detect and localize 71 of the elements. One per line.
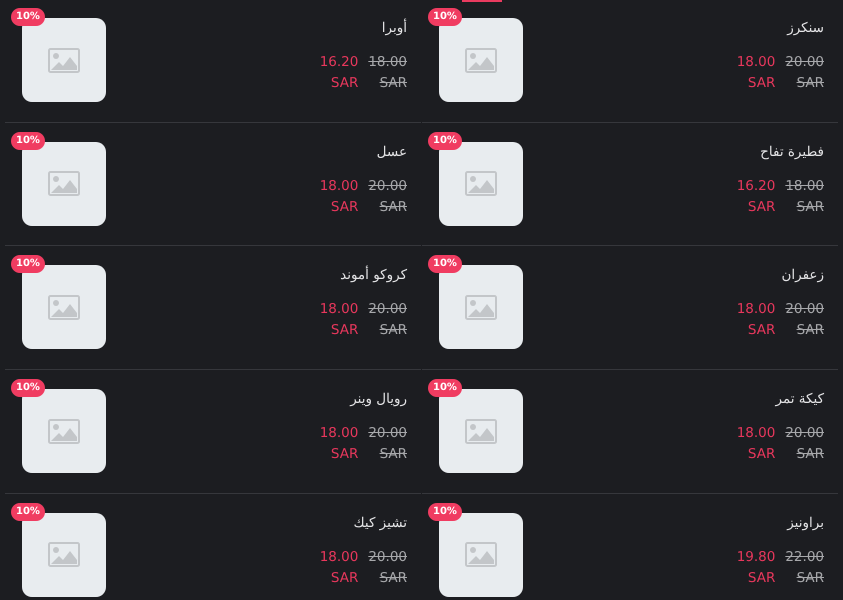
discount-badge: 10% xyxy=(428,8,462,26)
sale-currency: SAR xyxy=(748,568,776,588)
image-icon xyxy=(465,418,497,444)
discount-badge: 10% xyxy=(11,8,45,26)
image-icon xyxy=(465,171,497,196)
original-currency: SAR xyxy=(380,568,407,588)
sale-price: 18.00 xyxy=(736,53,776,72)
original-currency: SAR xyxy=(796,321,824,340)
original-price: 18.00 xyxy=(785,176,824,196)
product-name: رويال وينر xyxy=(350,390,407,410)
original-price: 20.00 xyxy=(785,53,824,72)
sale-currency: SAR xyxy=(330,445,358,464)
original-price: 22.00 xyxy=(785,548,824,567)
sale-currency: SAR xyxy=(330,74,358,93)
original-currency: SAR xyxy=(796,198,824,217)
sale-currency: SAR xyxy=(330,321,358,340)
product-name: كيكة تمر xyxy=(776,390,824,410)
sale-price: 16.20 xyxy=(320,53,358,72)
original-price: 20.00 xyxy=(368,176,407,196)
sale-currency: SAR xyxy=(330,198,358,217)
discount-badge: 10% xyxy=(428,255,462,274)
sale-currency: SAR xyxy=(748,445,776,464)
sale-price: 19.80 xyxy=(736,548,776,567)
product-name: عسل xyxy=(376,142,407,162)
original-currency: SAR xyxy=(380,198,407,217)
discount-badge: 10% xyxy=(11,132,45,150)
image-icon xyxy=(465,542,497,568)
product-name: أوبرا xyxy=(382,18,407,38)
original-price: 20.00 xyxy=(368,300,407,320)
sale-price: 18.00 xyxy=(320,424,358,444)
original-currency: SAR xyxy=(380,445,407,464)
sale-price: 18.00 xyxy=(320,548,358,567)
original-price: 18.00 xyxy=(368,53,407,72)
image-icon xyxy=(465,48,497,72)
product-name: تشيز كيك xyxy=(354,514,407,533)
original-currency: SAR xyxy=(380,74,407,93)
product-name: براونيز xyxy=(787,514,824,533)
sale-currency: SAR xyxy=(748,321,776,340)
discount-badge: 10% xyxy=(428,132,462,150)
image-icon xyxy=(48,294,80,320)
discount-badge: 10% xyxy=(11,379,45,398)
product-name: فطيرة تفاح xyxy=(760,142,824,162)
product-name: سنكرز xyxy=(787,19,824,38)
image-icon xyxy=(48,171,80,196)
original-currency: SAR xyxy=(796,445,824,464)
original-price: 20.00 xyxy=(785,300,824,320)
discount-badge: 10% xyxy=(428,379,462,398)
original-price: 20.00 xyxy=(368,548,407,567)
sale-price: 18.00 xyxy=(736,300,776,320)
sale-price: 18.00 xyxy=(736,424,776,444)
original-currency: SAR xyxy=(380,321,407,340)
discount-badge: 10% xyxy=(11,255,45,274)
sale-price: 16.20 xyxy=(736,176,776,196)
tab-underline xyxy=(462,0,502,2)
sale-currency: SAR xyxy=(748,74,776,93)
image-icon xyxy=(48,48,80,72)
discount-badge: 10% xyxy=(428,502,462,521)
original-currency: SAR xyxy=(796,568,824,588)
original-price: 20.00 xyxy=(368,424,407,444)
sale-currency: SAR xyxy=(748,198,776,217)
original-price: 20.00 xyxy=(785,424,824,444)
sale-currency: SAR xyxy=(330,568,358,588)
product-name: كروكو أموند xyxy=(340,265,407,286)
image-icon xyxy=(48,418,80,444)
sale-price: 18.00 xyxy=(320,300,358,320)
image-icon xyxy=(465,294,497,320)
discount-badge: 10% xyxy=(11,502,45,521)
sale-price: 18.00 xyxy=(320,176,358,196)
product-name: زعفران xyxy=(781,266,824,286)
image-icon xyxy=(48,542,80,568)
original-currency: SAR xyxy=(796,74,824,93)
